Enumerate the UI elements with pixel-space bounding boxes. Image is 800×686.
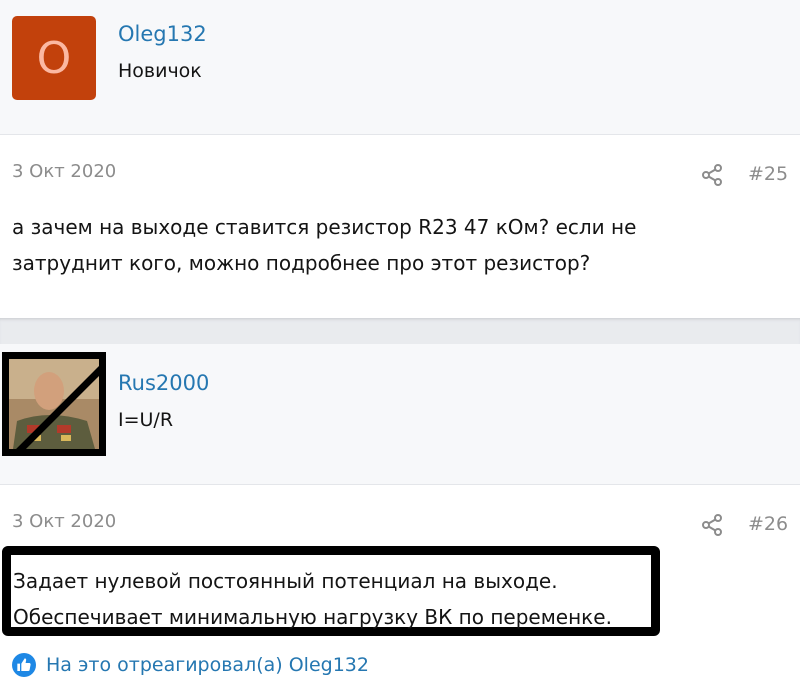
user-title: I=U/R <box>118 409 174 431</box>
post-message: Задает нулевой постоянный потенциал на в… <box>2 546 660 636</box>
post-author-header: O Oleg132 Новичок <box>0 0 800 135</box>
avatar[interactable] <box>2 352 106 456</box>
message-line: а зачем на выходе ставится резистор R23 … <box>12 215 637 239</box>
post-message: а зачем на выходе ставится резистор R23 … <box>12 209 636 281</box>
avatar-letter: O <box>36 32 72 84</box>
user-title: Новичок <box>118 60 202 82</box>
avatar-portrait-image <box>9 359 99 449</box>
post-date[interactable]: 3 Окт 2020 <box>12 161 116 182</box>
share-icon[interactable] <box>700 163 724 187</box>
reaction-text[interactable]: На это отреагировал(а) Oleg132 <box>46 654 369 676</box>
message-line: затруднит кого, можно подробнее про этот… <box>12 251 591 275</box>
post: 3 Окт 2020 #25 а зачем на выходе ставитс… <box>0 135 800 318</box>
thumbs-up-icon <box>12 653 36 677</box>
reactions-bar[interactable]: На это отреагировал(а) Oleg132 <box>12 650 369 680</box>
post-number-link[interactable]: #26 <box>748 513 788 535</box>
message-line: Задает нулевой постоянный потенциал на в… <box>13 569 558 593</box>
post-number-link[interactable]: #25 <box>748 163 788 185</box>
username-link[interactable]: Oleg132 <box>118 22 207 46</box>
share-icon[interactable] <box>700 513 724 537</box>
post-divider <box>0 318 800 344</box>
message-line: Обеспечивает минимальную нагрузку ВК по … <box>13 605 612 629</box>
username-link[interactable]: Rus2000 <box>118 371 209 395</box>
avatar[interactable]: O <box>12 16 96 100</box>
post-date[interactable]: 3 Окт 2020 <box>12 511 116 532</box>
